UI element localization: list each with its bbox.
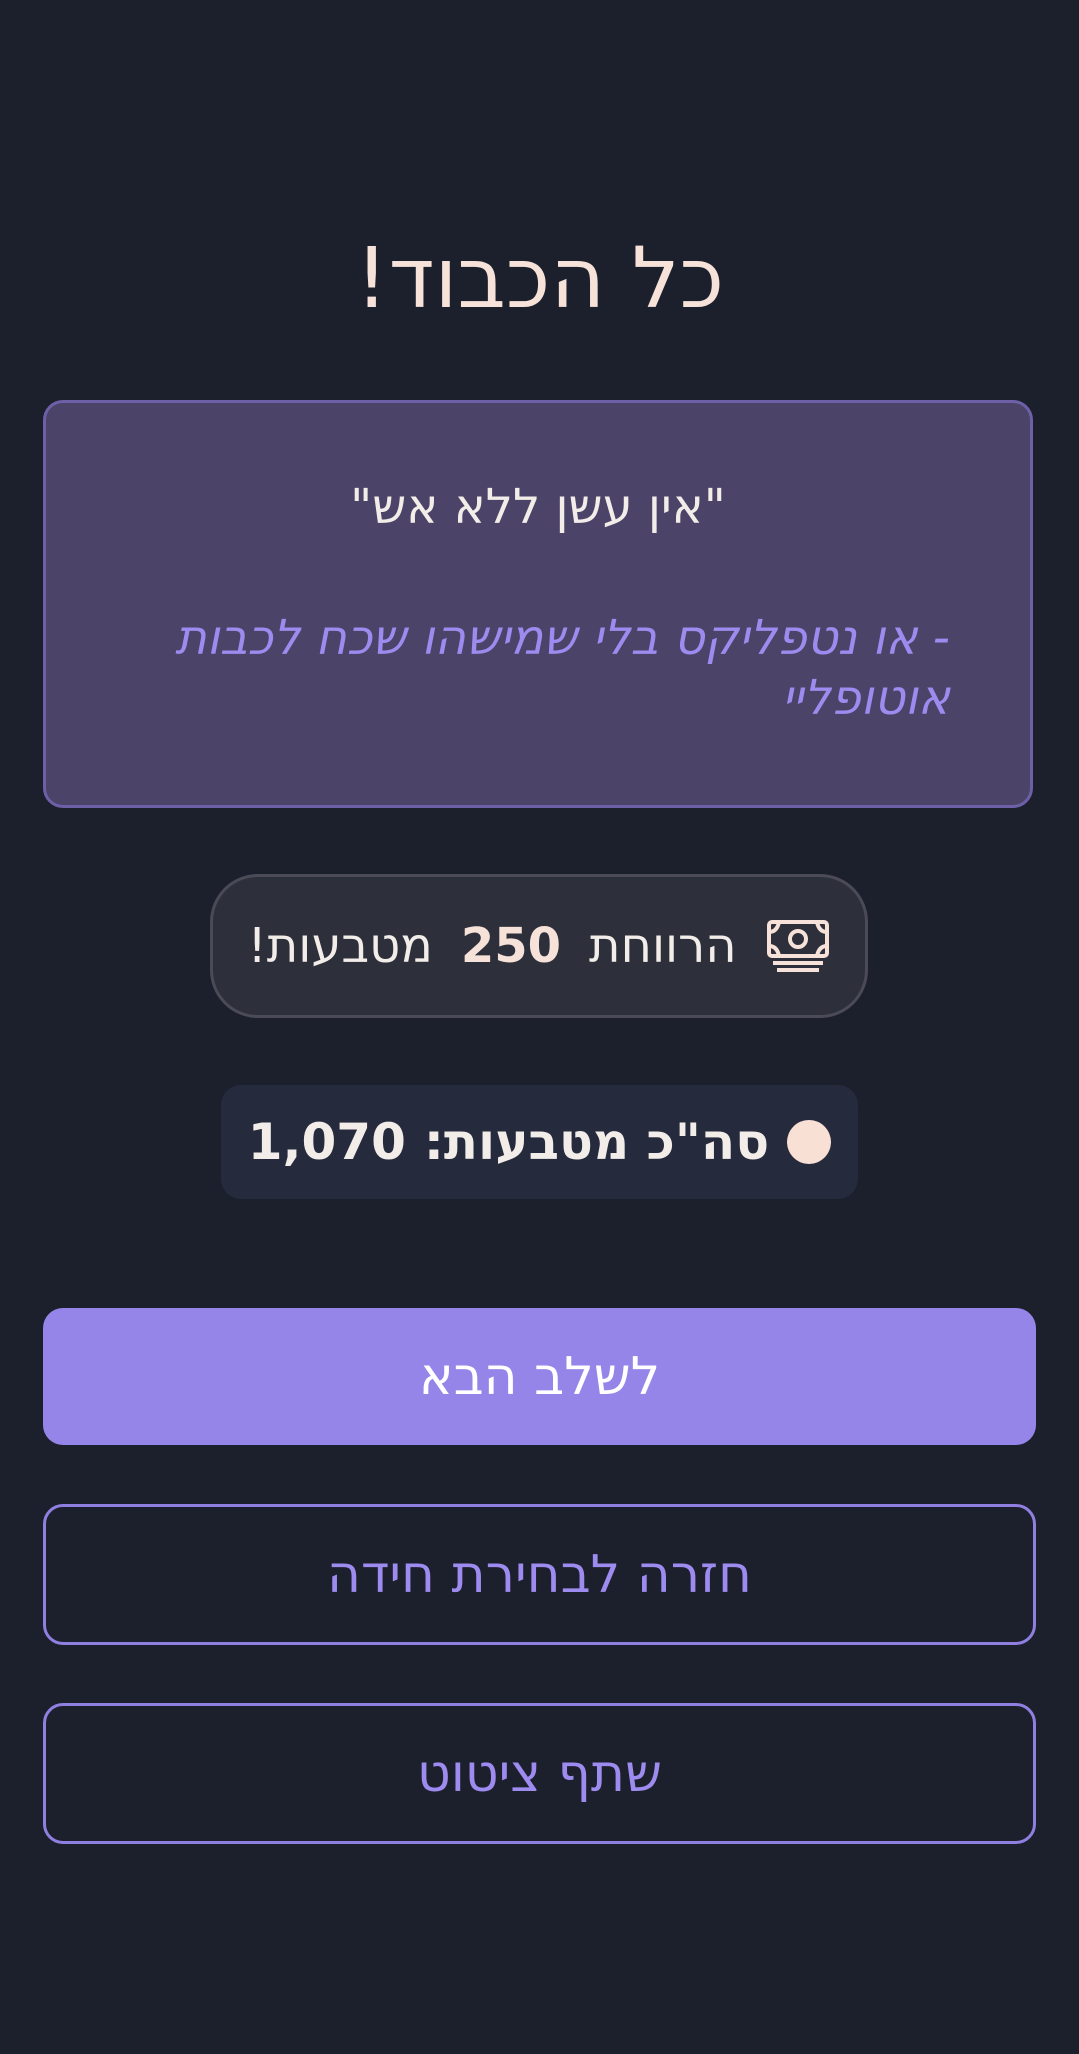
quote-author: - או נטפליקס בלי שמישהו שכח לכבות אוטופל… [175, 610, 950, 726]
back-to-riddle-selection-button[interactable]: חזרה לבחירת חידה [43, 1504, 1036, 1645]
coins-earned-badge: הרווחת 250 מטבעות! [210, 874, 868, 1018]
total-coins-value: 1,070 [247, 1113, 406, 1171]
share-quote-button[interactable]: שתף ציטוט [43, 1703, 1036, 1844]
money-bill-icon [765, 918, 831, 974]
coin-icon [787, 1120, 832, 1164]
quote-card: "אין עשן ללא אש" - או נטפליקס בלי שמישהו… [43, 400, 1033, 808]
next-level-button[interactable]: לשלב הבא [43, 1308, 1036, 1445]
earned-amount: 250 [460, 918, 562, 974]
earned-suffix: מטבעות! [247, 918, 433, 974]
earned-prefix: הרווחת [589, 918, 737, 974]
page-title: כל הכבוד! [354, 229, 725, 327]
total-coins-label: סה"כ מטבעות: [423, 1113, 770, 1171]
total-coins: סה"כ מטבעות: 1,070 [221, 1085, 858, 1199]
quote-text: "אין עשן ללא אש" [350, 479, 726, 535]
